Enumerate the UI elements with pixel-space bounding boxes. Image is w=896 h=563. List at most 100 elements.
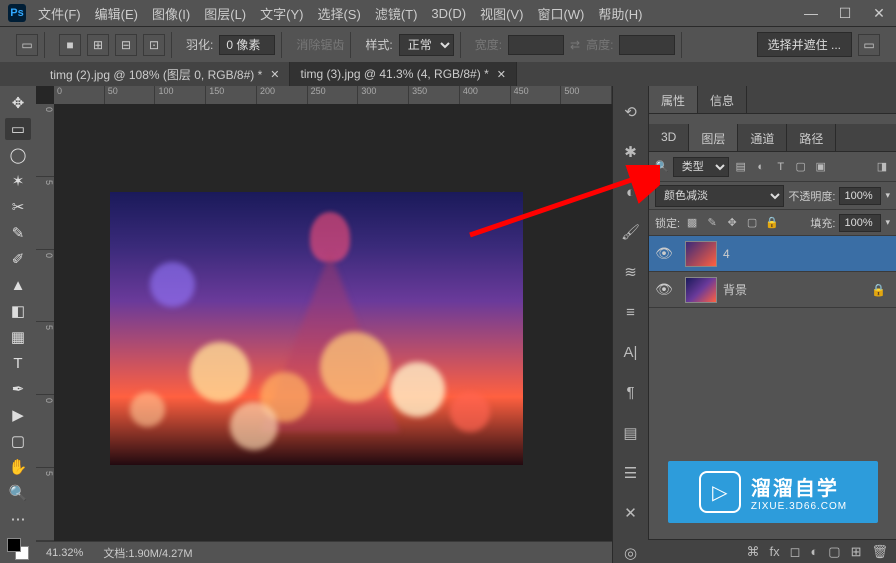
doc-tab-1[interactable]: timg (2).jpg @ 108% (图层 0, RGB/8#) * ✕ [40,62,290,86]
brush-tool[interactable]: ✐ [5,248,31,270]
feather-input[interactable] [219,35,275,55]
lasso-tool[interactable]: ◯ [5,144,31,166]
history-panel-icon[interactable]: ⟲ [620,102,642,122]
lock-position-icon[interactable]: ✥ [724,215,740,231]
style-select[interactable]: 正常 [399,34,454,56]
cc-icon[interactable]: ◎ [620,543,642,563]
menu-layer[interactable]: 图层(L) [204,4,246,23]
lock-pixels-icon[interactable]: ✎ [704,215,720,231]
menu-window[interactable]: 窗口(W) [537,4,584,23]
menu-filter[interactable]: 滤镜(T) [375,4,418,23]
glyph-panel-icon[interactable]: A| [620,342,642,362]
layer-name[interactable]: 背景 [723,281,747,298]
filter-adjust-icon[interactable]: ◐ [753,159,769,175]
swatches-panel-icon[interactable]: ▤ [620,423,642,443]
tab-info[interactable]: 信息 [698,86,747,113]
brush-panel-icon[interactable]: 🖌 [620,222,642,242]
eyedropper-tool[interactable]: ✎ [5,222,31,244]
tab-channels[interactable]: 通道 [738,124,787,151]
path-select-tool[interactable]: ▶ [5,404,31,426]
lock-all-icon[interactable]: 🔒 [764,215,780,231]
filter-shape-icon[interactable]: ▢ [793,159,809,175]
add-selection-icon[interactable]: ⊞ [87,34,109,56]
styles-panel-icon[interactable]: ◐ [620,182,642,202]
close-tab-icon[interactable]: ✕ [270,68,279,81]
options-extra-icon[interactable]: ▭ [858,34,880,56]
pen-tool[interactable]: ✒ [5,378,31,400]
layer-style-icon[interactable]: fx [770,544,780,559]
watermark-title: 溜溜自学 [751,472,847,501]
foreground-color[interactable] [7,538,21,552]
filter-smart-icon[interactable]: ▣ [813,159,829,175]
layer-row-4[interactable]: 👁 4 [649,236,896,272]
lock-transparent-icon[interactable]: ▩ [684,215,700,231]
tab-layers[interactable]: 图层 [689,124,738,151]
paragraph-panel-icon[interactable]: ¶ [620,383,642,403]
menu-type[interactable]: 文字(Y) [260,4,303,23]
crop-tool[interactable]: ✂ [5,196,31,218]
color-swatches[interactable] [7,538,29,560]
subtract-selection-icon[interactable]: ⊟ [115,34,137,56]
opacity-dropdown-icon[interactable]: ▾ [885,190,890,201]
minimize-button[interactable]: — [794,0,828,26]
adjustment-layer-icon[interactable]: ◐ [810,544,818,559]
menu-view[interactable]: 视图(V) [480,4,523,23]
filter-type-icon[interactable]: T [773,159,789,175]
layer-name[interactable]: 4 [723,247,730,261]
close-tab-icon[interactable]: ✕ [497,68,506,81]
filter-pixel-icon[interactable]: ▤ [733,159,749,175]
type-tool[interactable]: T [5,352,31,374]
fill-dropdown-icon[interactable]: ▾ [885,217,890,228]
maximize-button[interactable]: ☐ [828,0,862,26]
menu-help[interactable]: 帮助(H) [598,4,642,23]
menu-image[interactable]: 图像(I) [152,4,190,23]
gradient-tool[interactable]: ▦ [5,326,31,348]
menu-select[interactable]: 选择(S) [317,4,360,23]
filter-toggle-icon[interactable]: ◨ [874,159,890,175]
close-button[interactable]: ✕ [862,0,896,26]
layer-mask-icon[interactable]: ◻ [790,544,801,560]
zoom-level[interactable]: 41.32% [46,547,83,559]
blend-mode-select[interactable]: 颜色减淡 [655,185,784,207]
stamp-tool[interactable]: ▲ [5,274,31,296]
intersect-selection-icon[interactable]: ⊡ [143,34,165,56]
canvas[interactable] [110,192,523,465]
link-layers-icon[interactable]: ⌘ [747,544,760,560]
layer-filter-select[interactable]: 类型 [673,157,729,177]
marquee-tool[interactable]: ▭ [5,118,31,140]
menu-file[interactable]: 文件(F) [38,4,81,23]
zoom-tool[interactable]: 🔍 [5,482,31,504]
shape-tool[interactable]: ▢ [5,430,31,452]
tool-preset-icon[interactable]: ▭ [16,34,38,56]
canvas-area[interactable]: 0 50 100 150 200 250 300 350 400 450 500… [36,86,612,563]
character-panel-icon[interactable]: ≡ [620,302,642,322]
lock-artboard-icon[interactable]: ▢ [744,215,760,231]
fill-input[interactable] [839,214,881,232]
opacity-input[interactable] [839,187,881,205]
layer-row-background[interactable]: 👁 背景 🔒 [649,272,896,308]
doc-tab-2[interactable]: timg (3).jpg @ 41.3% (4, RGB/8#) * ✕ [290,62,516,86]
tools-panel-icon[interactable]: ✕ [620,503,642,523]
tab-paths[interactable]: 路径 [787,124,836,151]
new-layer-icon[interactable]: ⊞ [851,544,862,560]
tab-3d[interactable]: 3D [649,124,689,151]
quick-select-tool[interactable]: ✶ [5,170,31,192]
new-selection-icon[interactable]: ■ [59,34,81,56]
menu-3d[interactable]: 3D(D) [431,6,466,21]
edit-toolbar[interactable]: ⋯ [5,508,31,530]
move-tool[interactable]: ✥ [5,92,31,114]
visibility-toggle-icon[interactable]: 👁 [649,245,679,262]
libraries-panel-icon[interactable]: ☰ [620,463,642,483]
brush-presets-icon[interactable]: ≋ [620,262,642,282]
select-and-mask-button[interactable]: 选择并遮住 ... [757,32,852,57]
group-icon[interactable]: ▢ [828,544,840,560]
tab-properties[interactable]: 属性 [649,86,698,113]
visibility-toggle-icon[interactable]: 👁 [649,281,679,298]
eraser-tool[interactable]: ◧ [5,300,31,322]
layer-thumb[interactable] [685,277,717,303]
adjustments-panel-icon[interactable]: ✱ [620,142,642,162]
delete-layer-icon[interactable]: 🗑 [871,544,888,560]
hand-tool[interactable]: ✋ [5,456,31,478]
menu-edit[interactable]: 编辑(E) [95,4,138,23]
layer-thumb[interactable] [685,241,717,267]
